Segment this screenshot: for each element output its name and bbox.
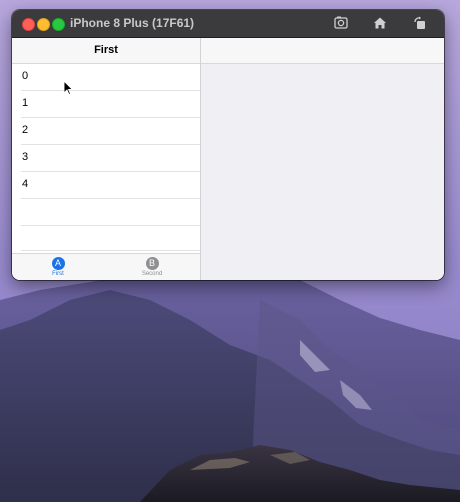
tab-second[interactable]: B Second bbox=[122, 257, 182, 280]
tab-second-label: Second bbox=[141, 271, 163, 277]
device-screen: First 0 1 2 3 4 A First B Second bbox=[12, 38, 444, 280]
screenshot-icon[interactable] bbox=[333, 15, 349, 31]
mouse-cursor-icon bbox=[63, 80, 73, 96]
list-item[interactable]: 1 bbox=[21, 91, 200, 118]
row-label: 1 bbox=[22, 97, 29, 109]
table-view[interactable]: 0 1 2 3 4 bbox=[12, 64, 200, 251]
nav-title: First bbox=[94, 44, 118, 56]
tab-second-icon: B bbox=[145, 257, 159, 270]
tab-bar: A First B Second bbox=[12, 253, 200, 280]
home-icon[interactable] bbox=[372, 15, 388, 31]
detail-pane bbox=[201, 38, 444, 280]
rotate-icon[interactable] bbox=[412, 15, 428, 31]
tab-first[interactable]: A First bbox=[28, 257, 88, 280]
list-item-empty bbox=[21, 226, 200, 251]
close-button[interactable] bbox=[22, 18, 35, 31]
desktop-wallpaper: iPhone 8 Plus (17F61) First 0 1 2 3 4 A … bbox=[0, 0, 460, 502]
navigation-bar: First bbox=[12, 38, 200, 64]
list-item[interactable]: 2 bbox=[21, 118, 200, 145]
row-label: 3 bbox=[22, 151, 29, 163]
list-item[interactable]: 3 bbox=[21, 145, 200, 172]
detail-navigation-bar bbox=[201, 38, 444, 64]
window-title: iPhone 8 Plus (17F61) bbox=[70, 16, 195, 30]
simulator-window: iPhone 8 Plus (17F61) First 0 1 2 3 4 A … bbox=[12, 10, 444, 280]
master-pane: First 0 1 2 3 4 A First B Second bbox=[12, 38, 201, 280]
tab-first-icon: A bbox=[51, 257, 65, 270]
row-label: 0 bbox=[22, 70, 29, 82]
window-titlebar[interactable]: iPhone 8 Plus (17F61) bbox=[12, 10, 444, 38]
list-item[interactable]: 4 bbox=[21, 172, 200, 199]
row-label: 4 bbox=[22, 178, 29, 190]
zoom-button[interactable] bbox=[52, 18, 65, 31]
minimize-button[interactable] bbox=[37, 18, 50, 31]
list-item-empty bbox=[21, 199, 200, 226]
tab-first-label: First bbox=[52, 271, 64, 277]
row-label: 2 bbox=[22, 124, 29, 136]
list-item[interactable]: 0 bbox=[21, 64, 200, 91]
